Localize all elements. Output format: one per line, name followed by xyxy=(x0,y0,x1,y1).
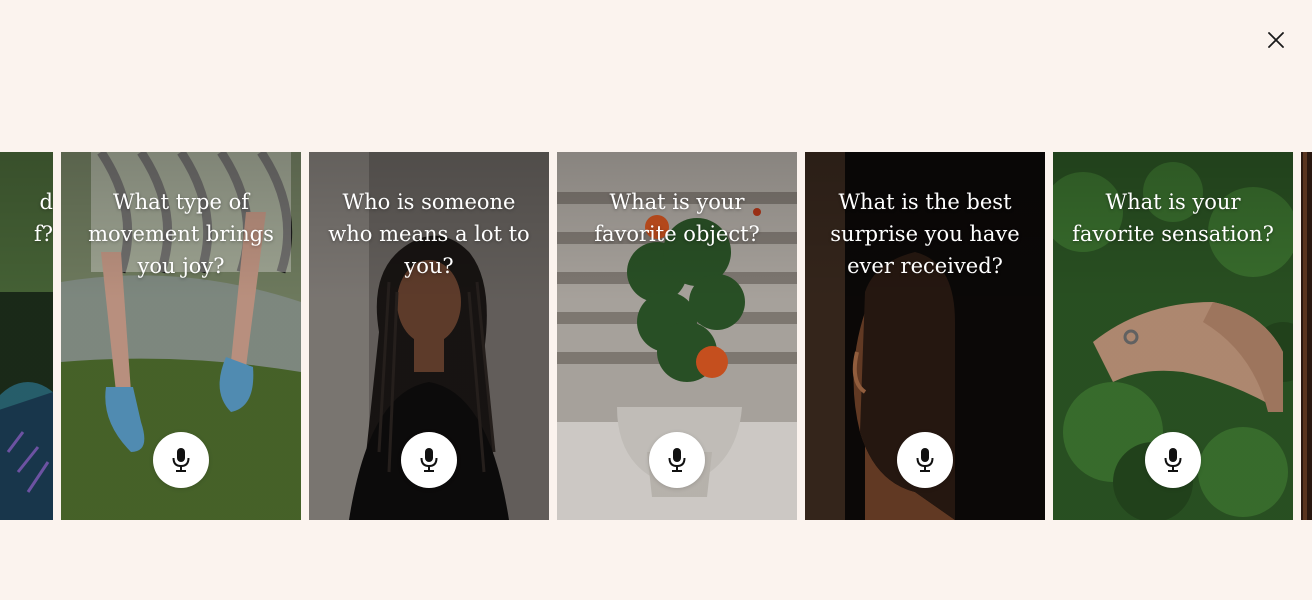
question-card-partial-right[interactable] xyxy=(1301,152,1312,520)
record-button[interactable] xyxy=(649,432,705,488)
close-icon xyxy=(1268,32,1284,48)
card-question: What is your favorite object? xyxy=(594,190,760,246)
question-card-partial-left[interactable]: d f? xyxy=(0,152,53,520)
microphone-icon xyxy=(1164,448,1182,472)
close-button[interactable] xyxy=(1262,26,1290,54)
record-button[interactable] xyxy=(401,432,457,488)
record-button[interactable] xyxy=(153,432,209,488)
question-card-surprise[interactable]: What is the best surprise you have ever … xyxy=(805,152,1045,520)
card-question: What is your favorite sensation? xyxy=(1072,190,1274,246)
question-card-sensation[interactable]: What is your favorite sensation? xyxy=(1053,152,1293,520)
record-button[interactable] xyxy=(1145,432,1201,488)
question-carousel[interactable]: d f? What type of movement brings you jo… xyxy=(0,152,1312,520)
card-question: What type of movement brings you joy? xyxy=(88,190,274,278)
question-card-object[interactable]: What is your favorite object? xyxy=(557,152,797,520)
card-question: Who is someone who means a lot to you? xyxy=(328,190,530,278)
record-button[interactable] xyxy=(897,432,953,488)
question-card-movement[interactable]: What type of movement brings you joy? xyxy=(61,152,301,520)
question-card-someone[interactable]: Who is someone who means a lot to you? xyxy=(309,152,549,520)
microphone-icon xyxy=(668,448,686,472)
card-question-fragment: d f? xyxy=(33,190,53,246)
microphone-icon xyxy=(420,448,438,472)
microphone-icon xyxy=(172,448,190,472)
microphone-icon xyxy=(916,448,934,472)
card-photo xyxy=(1301,152,1312,520)
card-question: What is the best surprise you have ever … xyxy=(830,190,1020,278)
